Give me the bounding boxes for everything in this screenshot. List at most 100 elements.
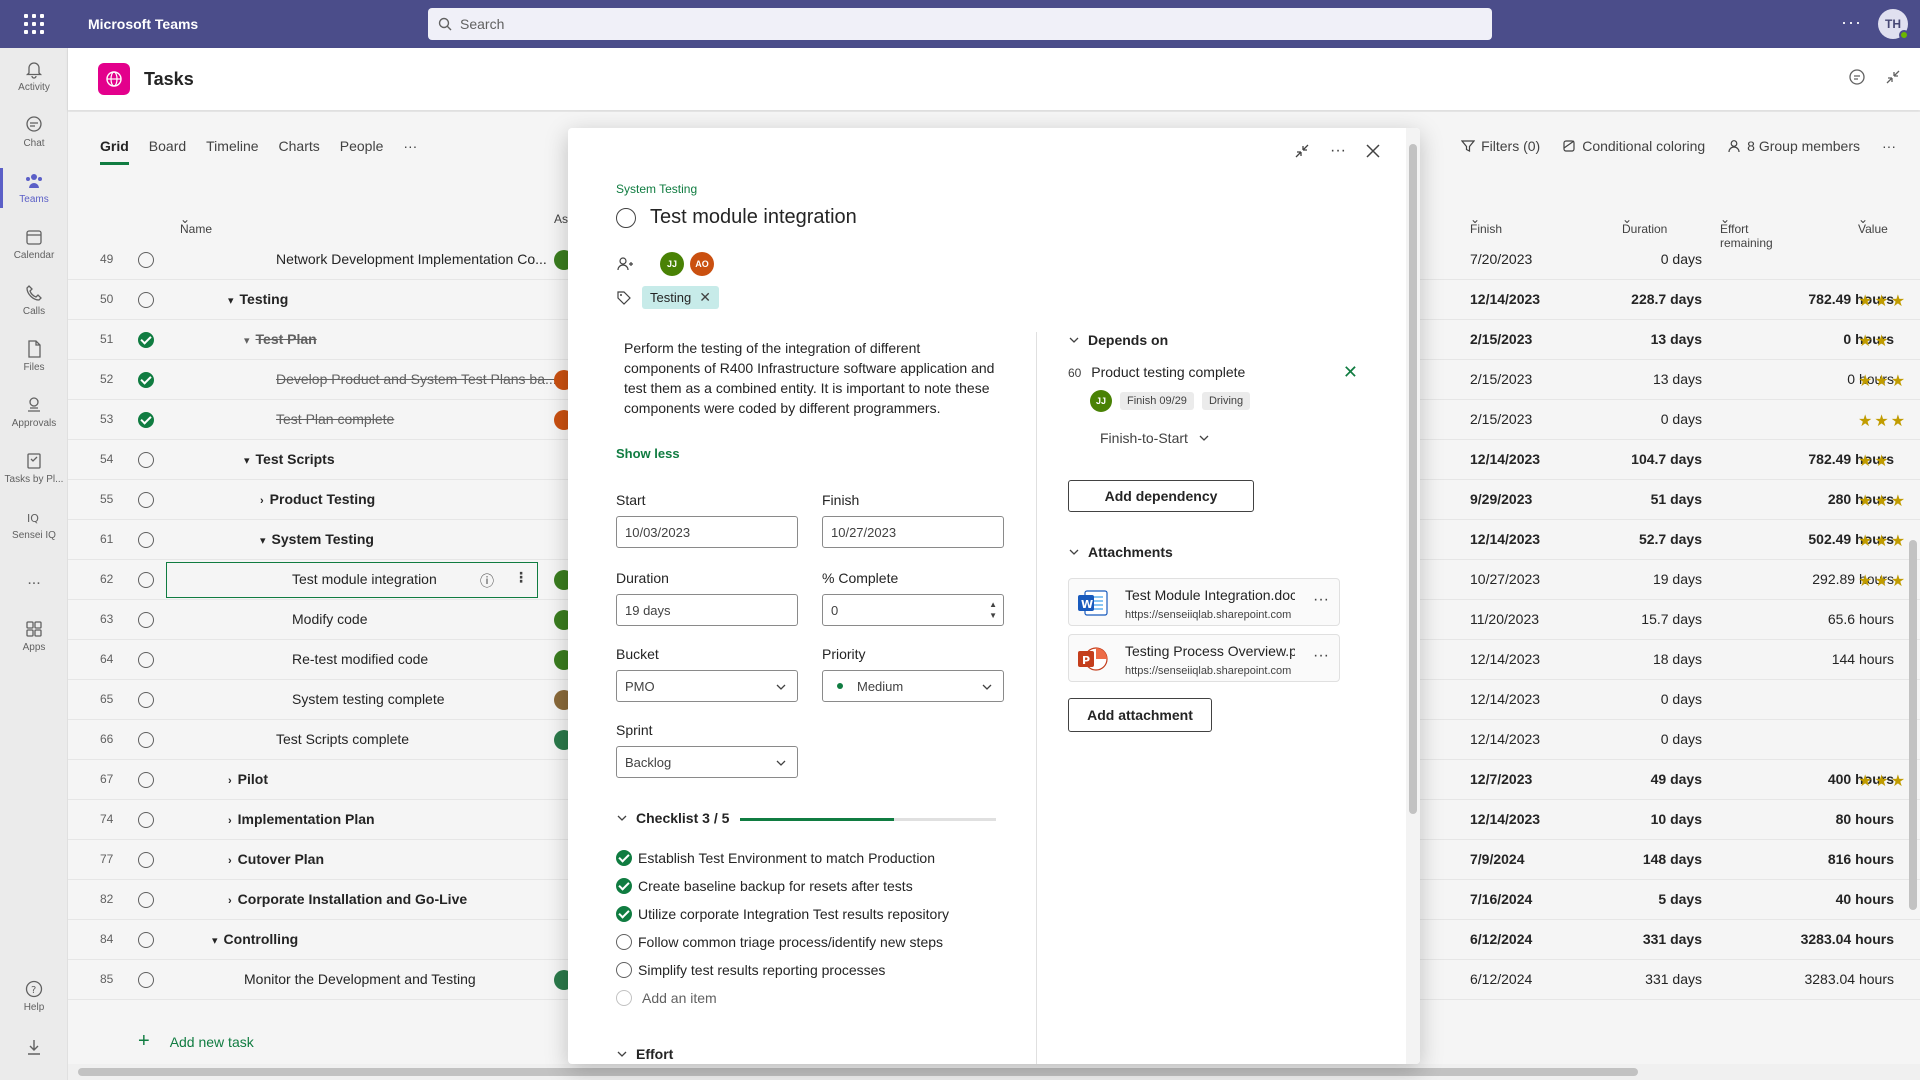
duration-cell[interactable]: 5 days (1540, 891, 1702, 907)
duration-field[interactable]: 19 days (616, 594, 798, 626)
search-input[interactable]: Search (428, 8, 1492, 40)
checklist-checkbox[interactable] (616, 850, 632, 866)
task-title[interactable]: Test module integration (650, 206, 857, 229)
assignee-avatar[interactable]: JJ (660, 252, 684, 276)
task-name[interactable]: Re-test modified code (292, 651, 428, 667)
column-header-duration[interactable]: Duration ⌄ (1622, 212, 1667, 236)
checklist-item[interactable]: Create baseline backup for resets after … (616, 878, 913, 894)
more-options-icon[interactable]: ··· (1841, 12, 1862, 33)
bucket-select[interactable]: PMO (616, 670, 798, 702)
task-name[interactable]: System testing complete (292, 691, 445, 707)
complete-task-checkbox[interactable] (616, 207, 636, 228)
effort-cell[interactable]: 65.6 hours (1718, 611, 1894, 627)
collapse-icon[interactable] (1884, 68, 1902, 86)
app-launcher-button[interactable] (0, 0, 68, 48)
column-header-assigned[interactable]: As (554, 212, 568, 226)
tab-people[interactable]: People (340, 138, 384, 165)
finish-cell[interactable]: 7/20/2023 (1470, 251, 1532, 267)
download-button[interactable] (0, 1024, 68, 1072)
duration-cell[interactable]: 331 days (1540, 931, 1702, 947)
duration-cell[interactable]: 104.7 days (1540, 451, 1702, 467)
grid-more-button[interactable]: ··· (1882, 138, 1896, 154)
checklist-item-text[interactable]: Follow common triage process/identify ne… (638, 934, 943, 950)
rail-item-tasks[interactable]: Tasks by Pl... (0, 440, 68, 496)
chevron-right-icon[interactable]: › (260, 495, 264, 507)
rail-item-approvals[interactable]: Approvals (0, 384, 68, 440)
tab-timeline[interactable]: Timeline (206, 138, 258, 165)
row-complete-checkbox[interactable] (138, 812, 154, 828)
dialog-scrollbar[interactable] (1406, 128, 1420, 1064)
value-rating-stars[interactable]: ★★★ (1858, 371, 1907, 391)
duration-cell[interactable]: 331 days (1540, 971, 1702, 987)
task-name[interactable]: › Implementation Plan (228, 811, 375, 827)
chevron-right-icon[interactable]: › (228, 895, 232, 907)
rail-item-more[interactable]: ... (0, 552, 68, 608)
checklist-header[interactable]: Checklist 3 / 5 (616, 810, 729, 826)
task-name[interactable]: ▾ Test Scripts (244, 451, 335, 467)
row-complete-checkbox[interactable] (138, 932, 154, 948)
finish-cell[interactable]: 7/9/2024 (1470, 851, 1525, 867)
column-header-effort[interactable]: Effort remaining ⌄ (1720, 212, 1773, 250)
remove-label-icon[interactable]: ✕ (699, 289, 711, 306)
group-members-button[interactable]: 8 Group members (1727, 138, 1860, 154)
row-complete-checkbox[interactable] (138, 372, 154, 388)
task-name[interactable]: Develop Product and System Test Plans ba… (276, 371, 557, 387)
row-complete-checkbox[interactable] (138, 452, 154, 468)
value-rating-stars[interactable]: ★★★ (1858, 291, 1907, 311)
finish-cell[interactable]: 7/16/2024 (1470, 891, 1532, 907)
tab-charts[interactable]: Charts (279, 138, 320, 165)
chevron-right-icon[interactable]: › (228, 815, 232, 827)
percent-complete-field[interactable]: 0 ▲ ▼ (822, 594, 1004, 626)
chevron-down-icon[interactable]: ▾ (244, 334, 250, 347)
value-rating-stars[interactable]: ★★★ (1858, 491, 1907, 511)
duration-cell[interactable]: 15.7 days (1540, 611, 1702, 627)
row-complete-checkbox[interactable] (138, 332, 154, 348)
checklist-item-text[interactable]: Simplify test results reporting processe… (638, 962, 885, 978)
duration-cell[interactable]: 51 days (1540, 491, 1702, 507)
add-item-text[interactable]: Add an item (642, 990, 717, 1006)
dependency-type-select[interactable]: Finish-to-Start (1100, 430, 1210, 446)
finish-cell[interactable]: 6/12/2024 (1470, 931, 1532, 947)
checklist-checkbox[interactable] (616, 962, 632, 978)
column-header-value[interactable]: Value ⌄ (1858, 212, 1888, 236)
rail-item-calendar[interactable]: Calendar (0, 216, 68, 272)
duration-cell[interactable]: 13 days (1540, 331, 1702, 347)
info-icon[interactable]: ⓘ (480, 571, 494, 591)
finish-cell[interactable]: 2/15/2023 (1470, 331, 1532, 347)
task-description[interactable]: Perform the testing of the integration o… (624, 338, 996, 418)
filters-button[interactable]: Filters (0) (1461, 138, 1540, 154)
row-complete-checkbox[interactable] (138, 572, 154, 588)
rail-item-help[interactable]: ? Help (0, 968, 68, 1024)
attachment-more-icon[interactable]: ··· (1313, 647, 1329, 665)
checklist-checkbox[interactable] (616, 906, 632, 922)
rail-item-chat[interactable]: Chat (0, 104, 68, 160)
finish-cell[interactable]: 12/14/2023 (1470, 651, 1540, 667)
bucket-breadcrumb[interactable]: System Testing (616, 182, 697, 196)
row-complete-checkbox[interactable] (138, 892, 154, 908)
chevron-down-icon[interactable]: ▾ (212, 934, 218, 947)
collapse-dialog-icon[interactable] (1294, 143, 1310, 159)
finish-cell[interactable]: 10/27/2023 (1470, 571, 1540, 587)
finish-cell[interactable]: 12/14/2023 (1470, 291, 1540, 307)
duration-cell[interactable]: 13 days (1540, 371, 1702, 387)
add-checklist-item[interactable]: Add an item (616, 990, 717, 1006)
finish-cell[interactable]: 2/15/2023 (1470, 371, 1532, 387)
duration-cell[interactable]: 0 days (1540, 251, 1702, 267)
assign-person-icon[interactable] (616, 255, 634, 273)
row-more-icon[interactable]: ⋮ (514, 569, 528, 586)
row-complete-checkbox[interactable] (138, 292, 154, 308)
dependency-title[interactable]: Product testing complete (1091, 364, 1245, 380)
task-name[interactable]: ▾ Test Plan (244, 331, 317, 347)
effort-header[interactable]: Effort (616, 1046, 673, 1062)
row-complete-checkbox[interactable] (138, 772, 154, 788)
tab-grid[interactable]: Grid (100, 138, 129, 165)
task-name[interactable]: Test module integration (292, 571, 437, 587)
rail-item-activity[interactable]: Activity (0, 48, 68, 104)
chevron-right-icon[interactable]: › (228, 775, 232, 787)
conversation-icon[interactable] (1848, 68, 1866, 86)
checklist-item[interactable]: Follow common triage process/identify ne… (616, 934, 943, 950)
rail-item-sensei-iq[interactable]: IQ Sensei IQ (0, 496, 68, 552)
horizontal-scrollbar[interactable] (68, 1064, 1920, 1080)
row-complete-checkbox[interactable] (138, 692, 154, 708)
effort-cell[interactable]: 3283.04 hours (1718, 971, 1894, 987)
